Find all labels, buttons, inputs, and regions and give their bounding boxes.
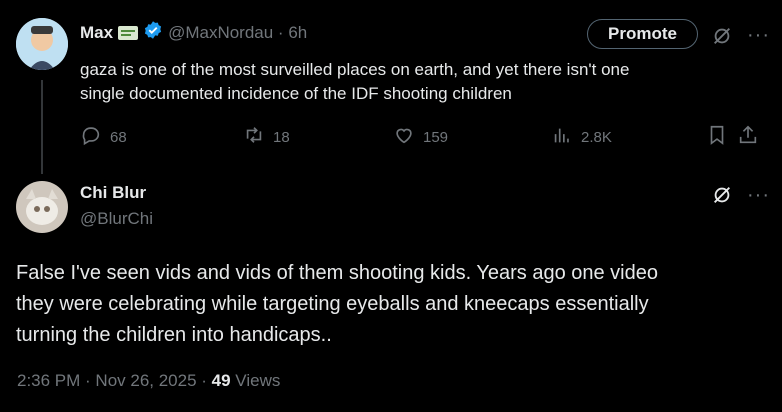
reply-text-line-1: False I've seen vids and vids of them sh… (16, 262, 658, 284)
card-emoji-icon (118, 25, 139, 40)
like-action[interactable]: 159 (393, 124, 448, 150)
analytics-icon (551, 124, 573, 150)
reply-views-count: 49 (211, 371, 231, 390)
reply-author-handle[interactable]: @BlurChi (80, 209, 153, 229)
reply-action[interactable]: 68 (80, 124, 127, 150)
like-count: 159 (423, 128, 449, 146)
more-icon[interactable]: ··· (747, 185, 770, 205)
more-icon[interactable]: ··· (747, 25, 770, 45)
grok-icon[interactable] (711, 184, 733, 206)
reply-tweet-text: False I've seen vids and vids of them sh… (16, 258, 776, 351)
analytics-action[interactable]: 2.8K (551, 124, 612, 150)
original-tweet-text: gaza is one of the most surveilled place… (80, 58, 770, 106)
like-icon (393, 124, 415, 150)
reply-tweet-header: Chi Blur @BlurChi (80, 183, 153, 229)
repost-count: 18 (273, 128, 290, 146)
avatar-max[interactable] (16, 18, 68, 70)
grok-icon[interactable] (711, 25, 733, 47)
promote-button[interactable]: Promote (587, 19, 698, 49)
reply-count: 68 (110, 128, 127, 146)
avatar-chi-blur[interactable] (16, 181, 68, 233)
share-icon[interactable] (737, 124, 759, 151)
verified-badge-icon (143, 20, 163, 45)
reply-views-label: Views (230, 371, 281, 390)
reply-author-name[interactable]: Chi Blur (80, 183, 153, 203)
author-handle-time[interactable]: @MaxNordau · 6h (168, 23, 307, 43)
author-name[interactable]: Max (80, 23, 113, 43)
repost-icon (243, 124, 265, 150)
reply-timestamp[interactable]: 2:36 PM · Nov 26, 2025 · (17, 371, 212, 390)
view-count: 2.8K (581, 128, 612, 146)
original-tweet-line-2: single documented incidence of the IDF s… (80, 84, 512, 103)
original-tweet-header: Max @MaxNordau · 6h (80, 20, 307, 45)
reply-icon (80, 124, 102, 150)
repost-action[interactable]: 18 (243, 124, 290, 150)
reply-text-line-2: they were celebrating while targeting ey… (16, 293, 649, 315)
reply-text-line-3: turning the children into handicaps.. (16, 324, 332, 346)
thread-connector-line (41, 80, 43, 174)
original-tweet-line-1: gaza is one of the most surveilled place… (80, 60, 630, 79)
bookmark-icon[interactable] (706, 124, 728, 151)
reply-timestamp-views: 2:36 PM · Nov 26, 2025 · 49 Views (17, 371, 280, 391)
